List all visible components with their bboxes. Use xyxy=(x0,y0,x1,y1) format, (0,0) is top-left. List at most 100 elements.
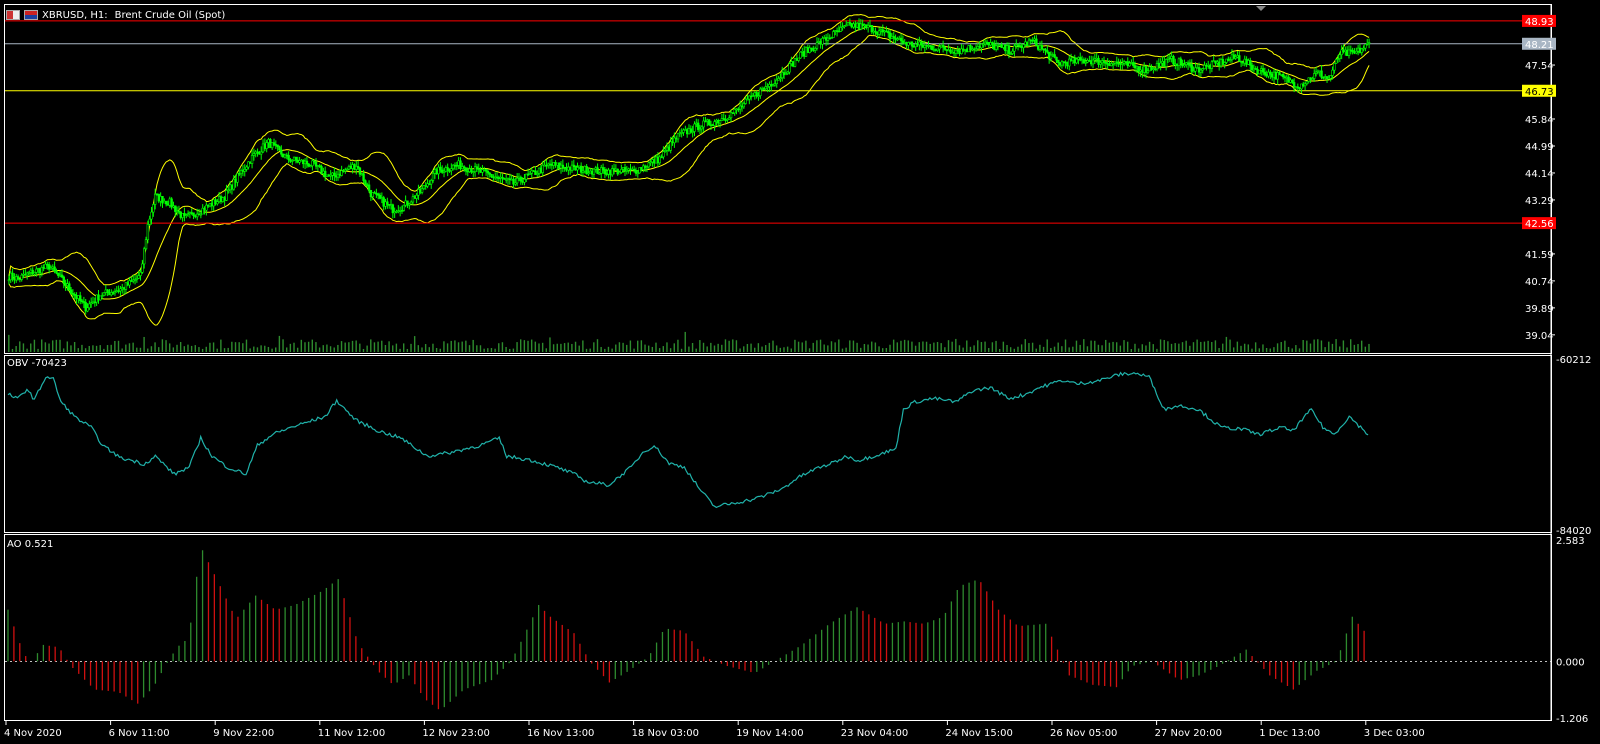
volume-bar xyxy=(520,339,522,352)
volume-bar xyxy=(816,340,818,352)
time-tick-label: 26 Nov 05:00 xyxy=(1050,728,1117,739)
volume-bar xyxy=(1298,348,1301,352)
volume-bar xyxy=(1002,341,1005,352)
volume-bar xyxy=(1273,347,1275,352)
candle-body xyxy=(280,149,283,155)
volume-bar xyxy=(1141,344,1143,352)
price-tick-label: 41.59 xyxy=(1525,250,1554,261)
volume-bar xyxy=(1309,343,1312,352)
volume-bar xyxy=(1302,340,1304,352)
candle-body xyxy=(576,167,579,171)
volume-bar xyxy=(1159,339,1162,352)
volume-bar xyxy=(154,342,156,352)
volume-bar xyxy=(132,342,134,352)
volume-bar xyxy=(728,340,730,352)
volume-bar xyxy=(1017,346,1019,352)
volume-bar xyxy=(604,348,606,352)
volume-bar xyxy=(1236,341,1239,352)
volume-bar xyxy=(998,348,1001,352)
volume-bar xyxy=(626,344,628,352)
candle-body xyxy=(386,201,389,205)
volume-bar xyxy=(461,341,463,352)
volume-bar xyxy=(501,342,504,352)
volume-bar xyxy=(1064,339,1067,352)
volume-bar xyxy=(688,346,690,352)
volume-bar xyxy=(516,342,518,352)
candle-body xyxy=(1053,54,1056,58)
candle-body xyxy=(464,167,468,172)
volume-bar xyxy=(88,345,90,352)
volume-bar xyxy=(55,339,58,352)
volume-bar xyxy=(710,342,712,352)
volume-bar xyxy=(962,347,964,352)
volume-bar xyxy=(925,341,928,352)
candle-body xyxy=(877,30,881,35)
candle-body xyxy=(910,41,914,47)
volume-bar xyxy=(377,341,379,352)
volume-bar xyxy=(322,345,324,352)
volume-bar xyxy=(465,340,467,352)
volume-bar xyxy=(121,348,123,352)
volume-bar xyxy=(1269,348,1271,352)
volume-bar xyxy=(684,331,686,352)
candle-body xyxy=(192,212,195,216)
volume-bar xyxy=(757,343,760,352)
volume-bar xyxy=(1346,347,1348,352)
volume-bar xyxy=(743,346,745,352)
ao-tick-label: 0.000 xyxy=(1556,657,1585,668)
candle-body xyxy=(53,266,56,272)
volume-bar xyxy=(92,345,94,352)
candle-body xyxy=(152,204,155,213)
volume-bar xyxy=(1061,346,1063,352)
volume-bar xyxy=(1240,345,1242,352)
volume-bar xyxy=(77,348,79,352)
volume-bar xyxy=(1229,339,1231,352)
candle-body xyxy=(1303,83,1307,87)
volume-bar xyxy=(973,345,975,352)
volume-bar xyxy=(827,345,829,352)
volume-bar xyxy=(362,348,365,352)
candle-body xyxy=(943,46,947,50)
volume-bar xyxy=(468,345,471,352)
volume-bar xyxy=(1350,339,1352,352)
volume-bar xyxy=(326,344,328,352)
candle-body xyxy=(119,288,122,292)
candle-body xyxy=(1258,69,1261,75)
volume-bar xyxy=(1068,347,1070,352)
volume-bar xyxy=(1028,343,1030,352)
volume-bar xyxy=(907,340,909,352)
volume-bar xyxy=(143,336,145,352)
volume-bar xyxy=(8,334,10,352)
volume-bar xyxy=(523,340,526,352)
candle-body xyxy=(420,188,424,193)
volume-bar xyxy=(282,339,284,352)
volume-bar xyxy=(1072,346,1074,352)
volume-bar xyxy=(1364,346,1367,352)
candle-body xyxy=(1249,60,1252,66)
volume-bar xyxy=(435,347,438,352)
candle-body xyxy=(620,169,623,173)
volume-bar xyxy=(615,344,617,352)
volume-bar xyxy=(721,344,723,352)
volume-bar xyxy=(285,347,288,352)
volume-bar xyxy=(1042,346,1045,352)
price-tag-label: 46.73 xyxy=(1525,87,1554,98)
volume-bar xyxy=(66,341,69,352)
candle-body xyxy=(278,146,281,151)
volume-bar xyxy=(1207,340,1209,352)
volume-bar xyxy=(194,345,196,352)
volume-bar xyxy=(527,340,529,352)
volume-bar xyxy=(871,341,873,352)
volume-bar xyxy=(289,343,292,352)
time-tick-label: 24 Nov 15:00 xyxy=(945,728,1012,739)
volume-bar xyxy=(103,348,105,352)
volume-bar xyxy=(234,342,237,352)
candle-body xyxy=(821,38,824,45)
volume-bar xyxy=(885,348,888,352)
candle-body xyxy=(79,295,82,302)
candle-body xyxy=(362,173,365,181)
candle-body xyxy=(1035,38,1038,46)
volume-bar xyxy=(1360,340,1363,352)
volume-bar xyxy=(1094,340,1096,352)
candle-body xyxy=(759,88,762,96)
